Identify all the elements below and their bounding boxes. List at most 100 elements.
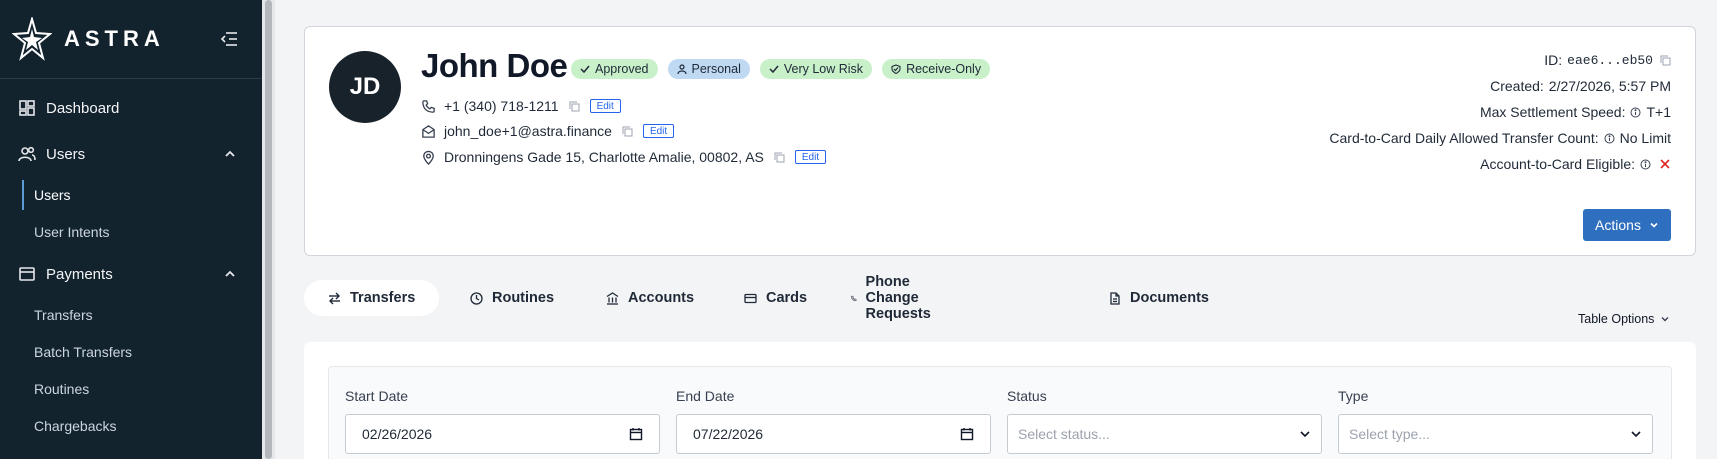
info-icon[interactable] (1604, 133, 1615, 144)
created-date: 2/27/2026, 5:57 PM (1548, 78, 1671, 94)
user-profile-card: JD John Doe Approved Personal Very Low R… (304, 26, 1696, 256)
sidebar-item-routines[interactable]: Routines (22, 374, 252, 404)
sidebar-item-label: Chargebacks (34, 418, 117, 434)
sidebar-item-payments-group[interactable]: Payments (0, 256, 262, 292)
address-row: Dronningens Gade 15, Charlotte Amalie, 0… (421, 147, 827, 167)
tab-transfers[interactable]: Transfers (304, 280, 440, 316)
person-icon (676, 64, 687, 74)
tab-documents[interactable]: Documents (1084, 280, 1233, 316)
c2c-count: No Limit (1619, 130, 1671, 146)
user-id-row: ID: eae6...eb50 (1171, 47, 1671, 73)
sidebar-item-users-group[interactable]: Users (0, 136, 262, 172)
table-options-button[interactable]: Table Options (1578, 312, 1670, 326)
copy-icon[interactable] (774, 152, 785, 163)
sidebar-item-dashboard[interactable]: Dashboard (0, 90, 262, 126)
scrollbar-thumb[interactable] (265, 0, 272, 459)
chevron-down-icon (1631, 431, 1641, 438)
sidebar-item-label: Payments (46, 265, 113, 283)
copy-icon[interactable] (622, 126, 633, 137)
chevron-down-icon (1661, 317, 1669, 322)
type-label: Type (1338, 388, 1369, 404)
sidebar-item-transfers[interactable]: Transfers (22, 300, 252, 330)
sidebar-item-label: Routines (34, 381, 90, 397)
settlement-row: Max Settlement Speed: T+1 (1479, 104, 1671, 120)
payments-icon (19, 267, 35, 281)
start-date-input[interactable]: 02/26/2026 (345, 414, 660, 454)
chevron-up-icon (225, 270, 235, 277)
tab-phone-change-requests[interactable]: Phone Change Requests (827, 274, 962, 322)
end-date-label: End Date (676, 388, 735, 404)
clock-icon (470, 291, 483, 305)
avatar: JD (329, 51, 401, 123)
sidebar-item-label: Users (34, 187, 71, 203)
bank-icon (606, 291, 619, 305)
chevron-up-icon (225, 150, 235, 157)
user-meta: ID: eae6...eb50 Created: 2/27/2026, 5:57… (1171, 47, 1671, 177)
transfers-panel: Start Date 02/26/2026 End Date 07/22/202… (304, 342, 1696, 459)
address: Dronningens Gade 15, Charlotte Amalie, 0… (444, 149, 764, 165)
receive-only-badge: Receive-Only (882, 59, 991, 79)
dashboard-icon (19, 100, 35, 116)
phone-row: +1 (340) 718-1211 Edit (421, 96, 621, 116)
status-badges: Approved Personal Very Low Risk Receive-… (571, 59, 991, 79)
collapse-sidebar-icon[interactable] (218, 28, 240, 50)
end-date-input[interactable]: 07/22/2026 (676, 414, 991, 454)
card-icon (744, 293, 757, 303)
created-row: Created: 2/27/2026, 5:57 PM (1490, 78, 1671, 94)
check-icon (769, 65, 779, 74)
chevron-down-icon (1300, 431, 1310, 438)
users-icon (18, 146, 36, 162)
sidebar-item-user-intents[interactable]: User Intents (22, 217, 252, 247)
sidebar-item-label: Transfers (34, 307, 93, 323)
status-label: Status (1007, 388, 1047, 404)
type-select[interactable]: Select type... (1338, 414, 1653, 454)
x-icon (1660, 159, 1670, 169)
account-type-badge: Personal (667, 59, 750, 79)
tab-cards[interactable]: Cards (720, 280, 831, 316)
brand-name: ASTRA (64, 26, 165, 51)
sidebar-item-users[interactable]: Users (22, 180, 252, 210)
info-icon[interactable] (1630, 107, 1641, 118)
settlement-speed: T+1 (1646, 104, 1671, 120)
brand-logo[interactable]: ASTRA (12, 14, 165, 64)
phone-icon (422, 99, 435, 113)
sidebar: ASTRA Dashboard Users Users User Intents (0, 0, 262, 459)
type-filter: Type Select type... (1338, 385, 1653, 454)
chevron-down-icon (1650, 222, 1658, 228)
start-date-filter: Start Date 02/26/2026 (345, 385, 660, 454)
sidebar-item-label: User Intents (34, 224, 110, 240)
sidebar-item-label: Batch Transfers (34, 344, 133, 360)
tab-accounts[interactable]: Accounts (582, 280, 718, 316)
edit-email-button[interactable]: Edit (642, 124, 675, 138)
astra-star-icon (12, 17, 52, 61)
status-badge: Approved (571, 59, 658, 79)
shield-check-icon (891, 64, 901, 74)
status-filter: Status Select status... (1007, 385, 1322, 454)
copy-icon[interactable] (1660, 55, 1671, 66)
calendar-icon[interactable] (960, 427, 974, 441)
document-icon (1110, 291, 1120, 305)
end-date-filter: End Date 07/22/2026 (676, 385, 991, 454)
sidebar-item-label: Users (46, 145, 86, 163)
info-icon[interactable] (1640, 159, 1651, 170)
c2c-count-row: Card-to-Card Daily Allowed Transfer Coun… (1329, 130, 1671, 146)
phone-icon (851, 295, 857, 301)
calendar-icon[interactable] (629, 427, 643, 441)
sidebar-item-chargebacks[interactable]: Chargebacks (22, 411, 252, 441)
edit-address-button[interactable]: Edit (794, 150, 827, 164)
location-pin-icon (423, 150, 434, 165)
sidebar-scrollbar[interactable] (262, 0, 275, 459)
sidebar-item-batch-transfers[interactable]: Batch Transfers (22, 337, 252, 367)
sidebar-divider (0, 78, 262, 79)
edit-phone-button[interactable]: Edit (589, 99, 621, 113)
copy-icon[interactable] (569, 101, 580, 112)
risk-badge: Very Low Risk (759, 59, 873, 79)
filters-box: Start Date 02/26/2026 End Date 07/22/202… (328, 366, 1672, 459)
arrows-swap-icon (329, 292, 340, 304)
tab-routines[interactable]: Routines (446, 280, 578, 316)
actions-button[interactable]: Actions (1583, 209, 1671, 241)
start-date-label: Start Date (345, 388, 409, 404)
status-select[interactable]: Select status... (1007, 414, 1322, 454)
a2c-eligible-row: Account-to-Card Eligible: (1171, 151, 1671, 177)
email-row: john_doe+1@astra.finance Edit (421, 121, 675, 141)
